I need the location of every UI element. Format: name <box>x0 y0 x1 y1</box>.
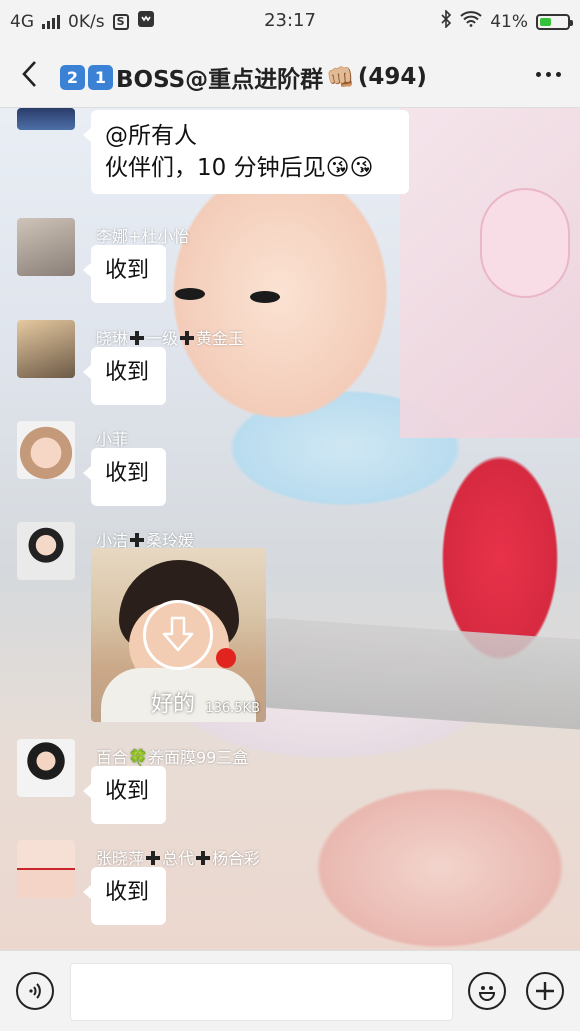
sender-name: 晓琳 一级 黄金玉 <box>96 329 245 348</box>
app-screen: 4G 0K/s S 23:17 41% 2 1 BOSS@重点进阶群 👊🏼 (4… <box>0 0 580 1031</box>
status-bar: 4G 0K/s S 23:17 41% <box>0 0 580 40</box>
avatar[interactable] <box>17 522 75 580</box>
keycap-badge-2: 1 <box>88 64 113 90</box>
voice-icon <box>29 983 41 999</box>
voice-button[interactable] <box>16 972 54 1010</box>
message-input[interactable] <box>70 963 453 1021</box>
emoji-button[interactable] <box>468 972 506 1010</box>
more-icon <box>535 71 561 77</box>
sender-name: 李娜+杜小怡 <box>96 227 190 246</box>
message-bubble[interactable]: 收到 <box>83 245 166 303</box>
message-text: 收到 <box>105 880 150 905</box>
image-message[interactable]: 好的 136.5KB <box>91 548 266 722</box>
message-bubble[interactable]: 收到 <box>83 766 166 824</box>
message-text: 收到 <box>105 360 150 385</box>
background-baby-eye <box>175 288 205 300</box>
download-button[interactable] <box>143 600 213 670</box>
battery-icon <box>536 13 573 30</box>
message-text: 收到 <box>105 779 150 804</box>
chat-title: 2 1 BOSS@重点进阶群 👊🏼 (494) <box>60 60 427 94</box>
background-bear-pattern <box>480 188 570 298</box>
image-size: 136.5KB <box>205 701 260 716</box>
message-text: 伙伴们，10 分钟后见😘😘 <box>105 155 374 181</box>
keycap-badge-1: 2 <box>60 64 85 90</box>
battery-percent: 41% <box>490 11 528 32</box>
image-caption: 好的 <box>151 692 196 717</box>
message-text: 收到 <box>105 258 150 283</box>
more-button[interactable] <box>530 60 566 88</box>
input-bar <box>0 950 580 1031</box>
sender-name: 小菲 <box>96 430 129 449</box>
back-button[interactable] <box>14 56 44 92</box>
apple-in-photo <box>216 648 236 668</box>
kiss-emoji: 😘😘 <box>325 155 374 181</box>
wifi-icon <box>460 11 482 32</box>
message-bubble[interactable]: 收到 <box>83 867 166 925</box>
background-tray <box>227 615 580 731</box>
bluetooth-icon <box>440 9 452 33</box>
add-button[interactable] <box>526 972 564 1010</box>
message-bubble[interactable]: 收到 <box>83 347 166 405</box>
emoji-icon <box>478 986 496 1001</box>
avatar[interactable] <box>17 421 75 479</box>
mention-all: @所有人 <box>105 123 197 149</box>
message-text: 收到 <box>105 461 150 486</box>
avatar[interactable] <box>17 108 75 130</box>
message-bubble[interactable]: 收到 <box>83 448 166 506</box>
chat-area[interactable]: @所有人 伙伴们，10 分钟后见😘😘 李娜+杜小怡 收到 晓琳 一级 黄金玉 收到 … <box>0 108 580 950</box>
back-arrow-icon <box>22 61 36 87</box>
chat-header: 2 1 BOSS@重点进阶群 👊🏼 (494) <box>0 40 580 108</box>
avatar[interactable] <box>17 218 75 276</box>
member-count: (494) <box>357 64 427 90</box>
add-icon <box>536 982 554 1000</box>
download-icon <box>162 616 194 652</box>
sender-name: 张晓萍 总代 杨合彩 <box>96 849 261 868</box>
avatar[interactable] <box>17 739 75 797</box>
avatar[interactable] <box>17 320 75 378</box>
message-bubble[interactable]: @所有人 伙伴们，10 分钟后见😘😘 <box>83 110 409 194</box>
sender-name: 百合🍀养面膜99三盒 <box>96 748 249 767</box>
fist-emoji: 👊🏼 <box>326 64 355 91</box>
group-name: BOSS@重点进阶群 <box>116 67 324 93</box>
avatar[interactable] <box>17 840 75 898</box>
background-baby-eye <box>250 291 280 303</box>
